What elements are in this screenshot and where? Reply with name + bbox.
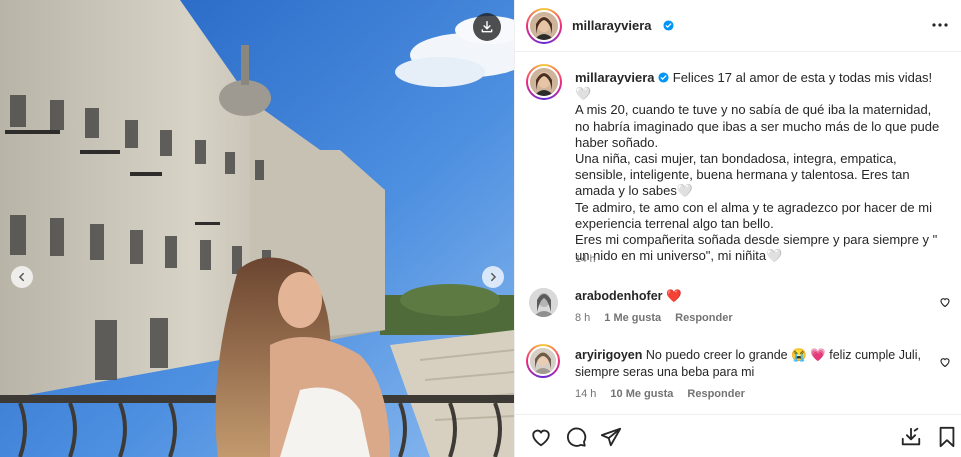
- caption-username[interactable]: millarayviera: [575, 70, 655, 85]
- commenter-username[interactable]: arabodenhofer: [575, 289, 663, 303]
- white-heart-emoji: 🤍: [766, 248, 783, 264]
- avatar-image: [528, 10, 560, 42]
- caption-avatar[interactable]: [526, 64, 562, 100]
- author-avatar[interactable]: [526, 8, 562, 44]
- comment-likes[interactable]: 10 Me gusta: [610, 388, 673, 400]
- red-heart-emoji: ❤️: [666, 289, 682, 303]
- caption-line-5: Eres mi compañerita soñada desde siempre…: [575, 232, 947, 264]
- reply-button[interactable]: Responder: [675, 312, 732, 324]
- verified-badge-icon: [658, 72, 669, 83]
- white-heart-emoji: 🤍: [575, 86, 592, 102]
- caption-text-line: A mis 20, cuando te tuve y no sabía de q…: [575, 102, 943, 150]
- comment-item: arabodenhofer ❤️ 8 h 1 Me gusta Responde…: [515, 286, 961, 332]
- comment-text: arabodenhofer ❤️: [575, 288, 925, 305]
- comment-likes[interactable]: 1 Me gusta: [604, 312, 661, 324]
- verified-badge-icon: [663, 20, 674, 31]
- post-caption: millarayviera Felices 17 al amor de esta…: [575, 70, 947, 264]
- caption-line-1: millarayviera Felices 17 al amor de esta…: [575, 70, 947, 102]
- comment-timestamp[interactable]: 14 h: [575, 388, 596, 400]
- crying-face-emoji: 😭: [791, 348, 807, 362]
- like-button[interactable]: [529, 425, 553, 449]
- bookmark-button[interactable]: [935, 425, 959, 449]
- post-media[interactable]: [0, 0, 514, 457]
- heart-outline-icon: [532, 429, 550, 447]
- share-button[interactable]: [599, 425, 623, 449]
- pink-heart-emoji: 💗: [810, 348, 826, 362]
- comment-meta: 8 h 1 Me gusta Responder: [575, 312, 733, 324]
- comment-body: No puedo creer lo grande: [645, 348, 788, 362]
- download-tray-icon: [901, 427, 921, 446]
- comment-timestamp[interactable]: 8 h: [575, 312, 590, 324]
- heart-outline-icon[interactable]: [939, 296, 951, 308]
- caption-text-line: Una niña, casi mujer, tan bondadosa, int…: [575, 151, 914, 199]
- caption-line-3: Una niña, casi mujer, tan bondadosa, int…: [575, 151, 947, 200]
- heart-outline-icon[interactable]: [939, 356, 951, 368]
- comment-item: aryirigoyen No puedo creer lo grande 😭 💗…: [515, 344, 961, 404]
- author-username[interactable]: millarayviera: [572, 18, 652, 33]
- download-icon: [481, 21, 493, 33]
- comment-meta: 14 h 10 Me gusta Responder: [575, 388, 745, 400]
- post-photo: [0, 0, 514, 457]
- comment-icon: [567, 427, 587, 447]
- post-header: millarayviera: [515, 0, 961, 52]
- commenter-avatar[interactable]: [526, 344, 560, 378]
- caption-text-line: Felices 17 al amor de esta y todas mis v…: [672, 70, 933, 85]
- bookmark-icon: [939, 426, 955, 448]
- commenter-username[interactable]: aryirigoyen: [575, 348, 642, 362]
- reply-button[interactable]: Responder: [687, 388, 744, 400]
- next-image-button[interactable]: [482, 266, 504, 288]
- caption-text-line: Eres mi compañerita soñada desde siempre…: [575, 232, 941, 264]
- avatar-image: [528, 66, 560, 98]
- chevron-left-icon: [18, 272, 24, 282]
- comment-text: aryirigoyen No puedo creer lo grande 😭 💗…: [575, 347, 935, 381]
- chevron-right-icon: [491, 272, 497, 282]
- share-icon: [600, 427, 622, 447]
- comment-button[interactable]: [564, 425, 588, 449]
- white-heart-emoji: 🤍: [676, 183, 694, 199]
- download-button[interactable]: [473, 13, 501, 41]
- caption-timestamp[interactable]: 14 h: [575, 253, 595, 265]
- more-options-icon: [932, 23, 948, 27]
- caption-text-line: Te admiro, te amo con el alma y te agrad…: [575, 199, 936, 231]
- previous-image-button[interactable]: [11, 266, 33, 288]
- avatar-image: [528, 346, 558, 376]
- save-to-collection-button[interactable]: [899, 425, 923, 449]
- post-side-panel: millarayviera millarayviera Felices 17 a…: [514, 0, 961, 457]
- post-action-bar: [515, 414, 961, 457]
- commenter-avatar[interactable]: [529, 288, 558, 317]
- more-options-button[interactable]: [930, 15, 950, 35]
